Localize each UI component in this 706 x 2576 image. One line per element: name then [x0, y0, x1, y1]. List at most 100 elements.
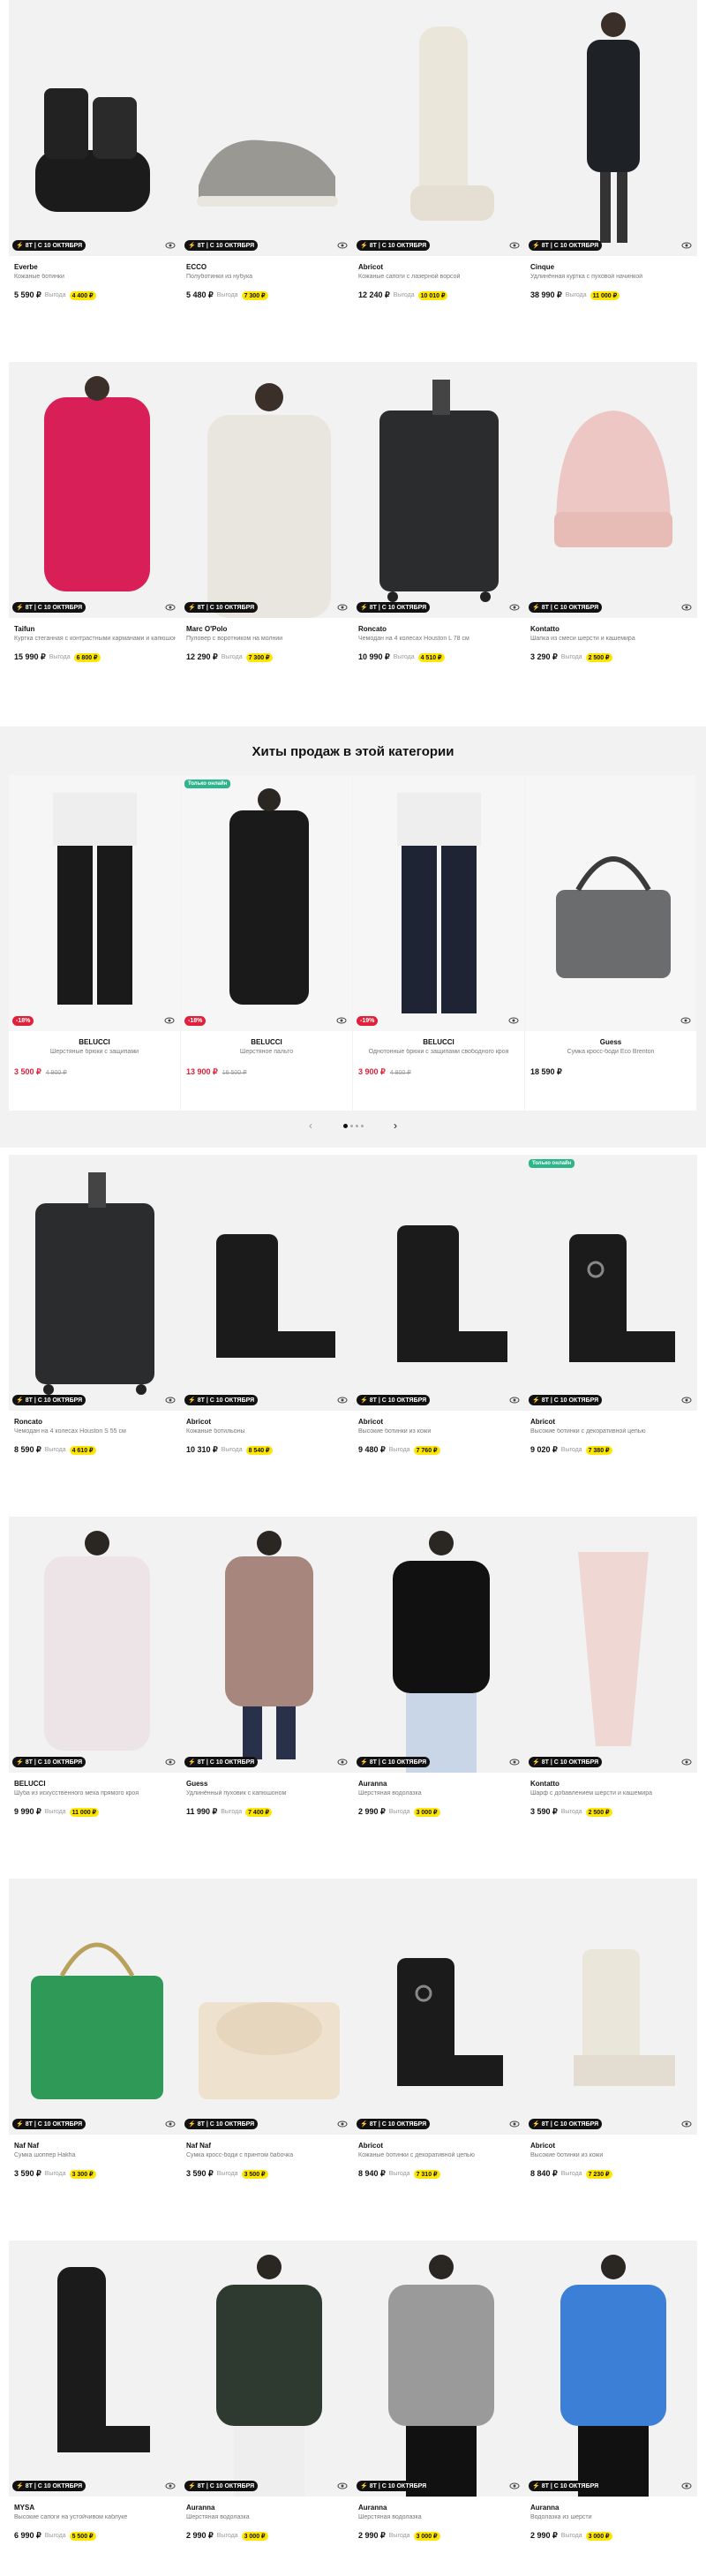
eye-icon[interactable] [681, 240, 692, 251]
eye-icon[interactable] [164, 1015, 175, 1026]
product-image[interactable] [9, 362, 181, 618]
product-card[interactable]: ⚡ 8Т | С 10 ОКТЯБРЯ Taifun Куртка стеганная… [9, 362, 181, 662]
product-image[interactable] [525, 775, 696, 1031]
product-name[interactable]: Шерстяное пальто [181, 1049, 352, 1055]
product-brand[interactable]: Roncato [14, 1418, 176, 1426]
product-name[interactable]: Кожаные ботинки [14, 274, 176, 280]
eye-icon[interactable] [165, 602, 176, 613]
eye-icon[interactable] [509, 1757, 520, 1767]
product-brand[interactable]: Auranna [358, 2504, 520, 2512]
eye-icon[interactable] [337, 602, 348, 613]
product-image-box[interactable]: Только онлайн -18% [181, 775, 352, 1031]
product-name[interactable]: Кожаные сапоги с лазерной ворсой [358, 274, 520, 280]
product-card[interactable]: Только онлайн ⚡ 8Т | С 10 ОКТЯБРЯ Abricot Вы… [525, 1155, 697, 1455]
product-name[interactable]: Однотонные брюки с защипами свободного к… [353, 1049, 524, 1055]
product-image[interactable] [181, 1517, 353, 1773]
product-name[interactable]: Шапка из смеси шерсти и кашемира [530, 636, 692, 642]
product-image-box[interactable]: ⚡ 8Т | С 10 ОКТЯБРЯ [353, 362, 525, 618]
product-name[interactable]: Шерстяные брюки с защипами [9, 1049, 180, 1055]
carousel-dot[interactable] [349, 1124, 353, 1127]
product-card[interactable]: ⚡ 8Т | С 10 ОКТЯБРЯ Kontatto Шарф с добавле… [525, 1517, 697, 1817]
product-card[interactable]: ⚡ 8Т | С 10 ОКТЯБРЯ Naf Naf Сумка кросс-бод… [181, 1879, 353, 2179]
product-card[interactable]: ⚡ 8Т | С 10 ОКТЯБРЯ Marc O'Polo Пуловер с в… [181, 362, 353, 662]
product-card[interactable]: ⚡ 8Т | С 10 ОКТЯБРЯ Abricot Кожаные ботинки… [353, 1879, 525, 2179]
eye-icon[interactable] [681, 2119, 692, 2129]
bestseller-card[interactable]: -18% BELUCCI Шерстяные брюки с защипами 3 5… [9, 775, 181, 1111]
eye-icon[interactable] [337, 240, 348, 251]
product-image-box[interactable]: ⚡ 8Т | С 10 ОКТЯБРЯ [9, 1155, 181, 1411]
product-image[interactable] [181, 1155, 353, 1411]
eye-icon[interactable] [508, 1015, 519, 1026]
eye-icon[interactable] [337, 2481, 348, 2491]
product-brand[interactable]: Abricot [358, 1418, 520, 1426]
product-image-box[interactable]: ⚡ 8Т | С 10 ОКТЯБРЯ [181, 0, 353, 256]
eye-icon[interactable] [165, 2119, 176, 2129]
product-brand[interactable]: Everbe [14, 263, 176, 271]
product-card[interactable]: ⚡ 8Т | С 10 ОКТЯБРЯ Cinque Удлинённая куртк… [525, 0, 697, 300]
product-image-box[interactable]: ⚡ 8Т | С 10 ОКТЯБРЯ [525, 362, 697, 618]
product-image[interactable] [181, 775, 352, 1031]
eye-icon[interactable] [337, 1395, 348, 1405]
product-card[interactable]: ⚡ 8Т | С 10 ОКТЯБРЯ Abricot Кожаные сапоги … [353, 0, 525, 300]
eye-icon[interactable] [165, 1395, 176, 1405]
product-brand[interactable]: Naf Naf [186, 2142, 348, 2150]
product-image[interactable] [525, 1155, 697, 1411]
product-image-box[interactable]: ⚡ 8Т | С 10 ОКТЯБРЯ [9, 1517, 181, 1773]
product-image[interactable] [353, 775, 524, 1031]
chevron-left-icon[interactable]: ‹ [309, 1119, 312, 1132]
product-brand[interactable]: Abricot [358, 263, 520, 271]
bestseller-card[interactable]: Guess Сумка кросс-боди Eco Brenton 18 590 … [525, 775, 697, 1111]
product-image-box[interactable]: ⚡ 8Т | С 10 ОКТЯБРЯ [353, 1879, 525, 2135]
product-name[interactable]: Кожаные ботильоны [186, 1428, 348, 1435]
product-card[interactable]: ⚡ 8Т | С 10 ОКТЯБРЯ Abricot Высокие ботинки… [525, 1879, 697, 2179]
eye-icon[interactable] [509, 2481, 520, 2491]
eye-icon[interactable] [680, 1015, 691, 1026]
product-brand[interactable]: Marc O'Polo [186, 625, 348, 633]
product-image[interactable] [353, 1879, 525, 2135]
product-name[interactable]: Кожаные ботинки с декоративной цепью [358, 2152, 520, 2158]
product-image[interactable] [525, 1517, 697, 1773]
product-brand[interactable]: Kontatto [530, 625, 692, 633]
product-image[interactable] [9, 2241, 181, 2497]
eye-icon[interactable] [509, 2119, 520, 2129]
product-image-box[interactable]: ⚡ 8Т | С 10 ОКТЯБРЯ [181, 362, 353, 618]
product-image[interactable] [353, 2241, 525, 2497]
product-card[interactable]: ⚡ 8Т | С 10 ОКТЯБРЯ Auranna Шерстяная водол… [353, 2241, 525, 2541]
product-name[interactable]: Шарф с добавлением шерсти и кашемира [530, 1790, 692, 1796]
product-name[interactable]: Полуботинки из нубука [186, 274, 348, 280]
product-image[interactable] [525, 1879, 697, 2135]
product-name[interactable]: Шерстяная водолазка [358, 2514, 520, 2520]
product-image-box[interactable]: -19% [353, 775, 524, 1031]
product-image-box[interactable]: -18% [9, 775, 180, 1031]
product-image-box[interactable]: ⚡ 8Т | С 10 ОКТЯБРЯ [525, 1879, 697, 2135]
product-image[interactable] [353, 1517, 525, 1773]
product-image-box[interactable]: ⚡ 8Т | С 10 ОКТЯБРЯ [353, 0, 525, 256]
product-image-box[interactable]: ⚡ 8Т | С 10 ОКТЯБРЯ [353, 1155, 525, 1411]
product-brand[interactable]: BELUCCI [181, 1038, 352, 1046]
product-image[interactable] [525, 362, 697, 618]
product-card[interactable]: ⚡ 8Т | С 10 ОКТЯБРЯ Roncato Чемодан на 4 ко… [9, 1155, 181, 1455]
chevron-right-icon[interactable]: › [394, 1119, 397, 1132]
product-name[interactable]: Сумка шоппер Hakha [14, 2152, 176, 2158]
product-name[interactable]: Чемодан на 4 колесах Houston L 78 см [358, 636, 520, 642]
product-brand[interactable]: Roncato [358, 625, 520, 633]
product-card[interactable]: ⚡ 8Т | С 10 ОКТЯБРЯ Abricot Высокие ботинки… [353, 1155, 525, 1455]
product-card[interactable]: ⚡ 8Т | С 10 ОКТЯБРЯ MYSA Высокие сапоги на … [9, 2241, 181, 2541]
product-brand[interactable]: Naf Naf [14, 2142, 176, 2150]
product-image[interactable] [9, 775, 180, 1031]
product-image-box[interactable]: ⚡ 8Т | С 10 ОКТЯБРЯ [181, 1879, 353, 2135]
product-name[interactable]: Высокие ботинки с декоративной цепью [530, 1428, 692, 1435]
product-brand[interactable]: Taifun [14, 625, 176, 633]
product-image[interactable] [181, 0, 353, 256]
eye-icon[interactable] [681, 1757, 692, 1767]
product-name[interactable]: Пуловер с воротником на молнии [186, 636, 348, 642]
product-image-box[interactable]: ⚡ 8Т | С 10 ОКТЯБРЯ [181, 1155, 353, 1411]
product-brand[interactable]: Cinque [530, 263, 692, 271]
product-name[interactable]: Сумка кросс-боди Eco Brenton [525, 1049, 696, 1055]
product-name[interactable]: Водолазка из шерсти [530, 2514, 692, 2520]
eye-icon[interactable] [681, 2481, 692, 2491]
product-name[interactable]: Высокие сапоги на устойчивом каблуке [14, 2514, 176, 2520]
product-brand[interactable]: BELUCCI [14, 1780, 176, 1788]
product-image[interactable] [525, 0, 697, 256]
product-card[interactable]: ⚡ 8Т | С 10 ОКТЯБРЯ Roncato Чемодан на 4 ко… [353, 362, 525, 662]
